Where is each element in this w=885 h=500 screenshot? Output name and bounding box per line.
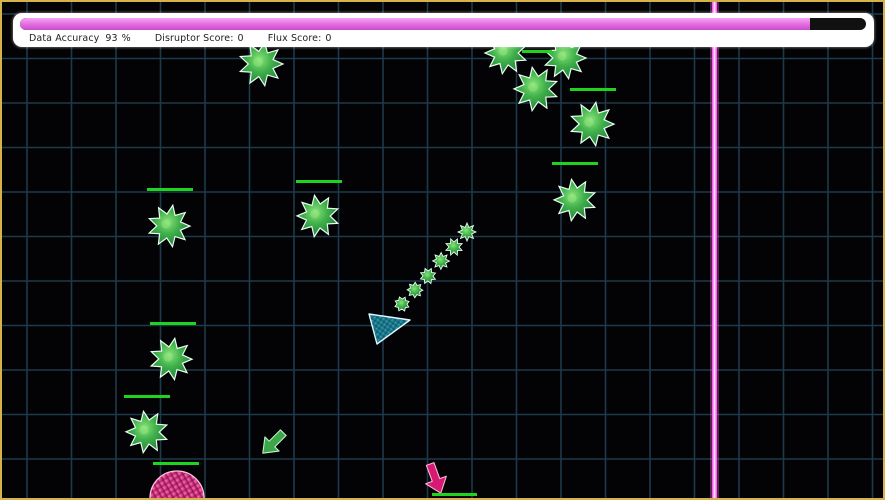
- trail-particle: [431, 251, 451, 271]
- virus-enemy: [552, 162, 598, 223]
- hud-panel: Data Accuracy 93% Disruptor Score: 0 Flux Sc…: [13, 13, 874, 47]
- enemy-health-bar: [153, 462, 199, 465]
- enemy-health-bar: [296, 180, 342, 183]
- half-orb-icon: [149, 470, 205, 498]
- trail-particle: [456, 221, 478, 243]
- trail-particle: [444, 237, 464, 257]
- virus-enemy: [147, 188, 193, 249]
- arrow-down-left-icon: [262, 429, 287, 454]
- orb-enemy: [149, 462, 205, 498]
- game-objects: [124, 2, 719, 498]
- virus-enemy: [238, 40, 285, 88]
- data-progress-fill: [20, 18, 811, 30]
- enemy-health-bar: [522, 50, 552, 53]
- virus-enemy: [512, 65, 559, 113]
- data-progress-bar: [20, 18, 866, 30]
- disruptor-score-value: 0: [237, 33, 244, 44]
- triangle-ship-icon: [368, 313, 411, 345]
- laser-beam: [710, 2, 719, 498]
- accuracy-value: 93: [105, 33, 118, 44]
- game-stage[interactable]: Data Accuracy 93% Disruptor Score: 0 Flux Sc…: [0, 0, 885, 500]
- enemy-health-bar: [432, 493, 477, 496]
- trail-particle: [394, 296, 410, 312]
- enemy-health-bar: [124, 395, 170, 398]
- flux-score-label: Flux Score:: [267, 33, 322, 44]
- hud-stats: Data Accuracy 93% Disruptor Score: 0 Flux Sc…: [29, 33, 332, 46]
- arrow-down-icon: [425, 462, 447, 494]
- virus-enemy: [295, 180, 342, 239]
- enemy-health-bar: [570, 88, 616, 91]
- player-trail: [394, 221, 478, 312]
- enemy-health-bar: [150, 322, 196, 325]
- accuracy-label: Data Accuracy: [29, 33, 100, 44]
- trail-particle: [419, 267, 437, 285]
- enemy-health-bar: [147, 188, 193, 191]
- accuracy-unit: %: [121, 33, 131, 44]
- virus-enemy: [124, 395, 170, 455]
- virus-enemy: [149, 322, 196, 382]
- disruptor-score-label: Disruptor Score:: [154, 33, 234, 44]
- enemy-health-bar: [552, 162, 598, 165]
- flux-score-value: 0: [325, 33, 332, 44]
- trail-particle: [406, 281, 424, 299]
- virus-enemy: [569, 88, 616, 148]
